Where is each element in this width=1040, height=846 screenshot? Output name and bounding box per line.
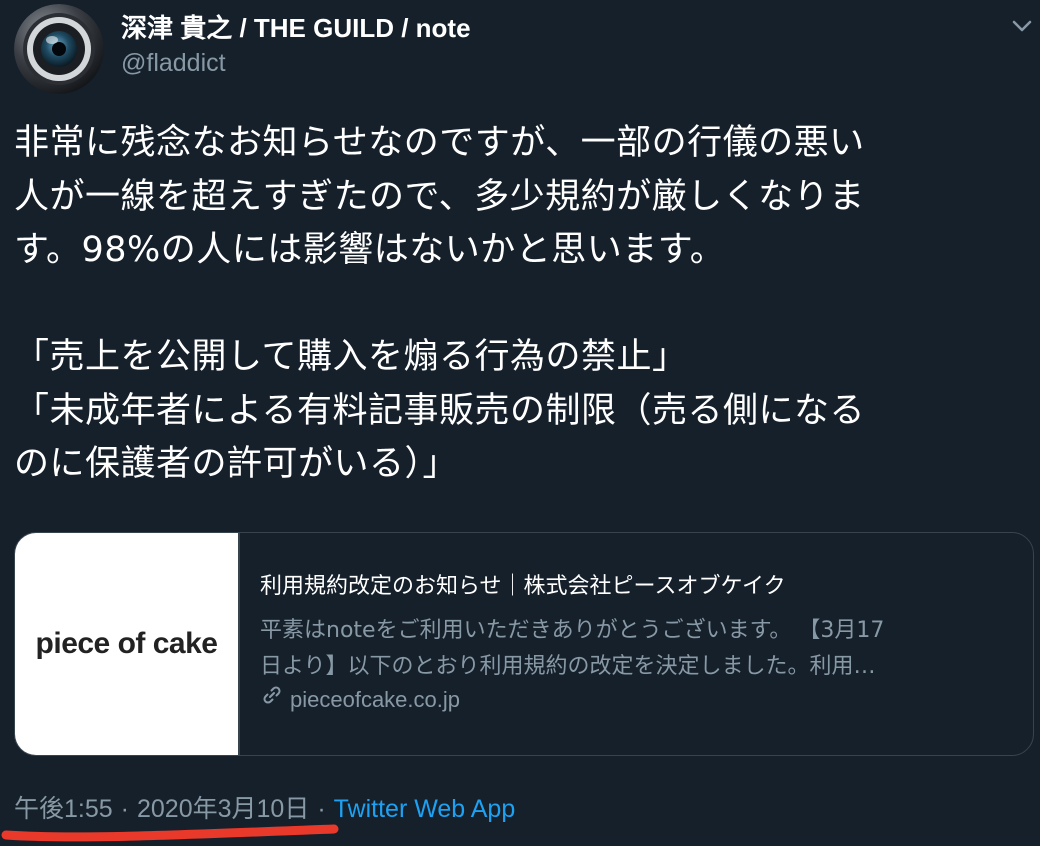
tweet-line: 非常に残念なお知らせなのですが、一部の行儀の悪い [14,123,865,163]
avatar-image [14,4,104,94]
card-description: 平素はnoteをご利用いただきありがとうございます。 【3月17 日より】以下の… [260,613,1018,685]
tweet-line: 人が一線を超えすぎたので、多少規約が厳しくなりま [14,176,865,217]
tweet-text: 非常に残念なお知らせなのですが、一部の行儀の悪い 人が一線を超えすぎたので、多少… [14,117,1036,492]
card-description-line: 平素はnoteをご利用いただきありがとうございます。 【3月17 [260,618,885,643]
tweet-line: 「売上を公開して購入を煽る行為の禁止」 [14,337,688,377]
chevron-down-icon[interactable] [1008,12,1036,40]
link-icon [260,683,284,716]
author-handle[interactable]: @fladdict [121,48,226,78]
tweet-line: 「未成年者による有料記事販売の制限（売る側になる [14,390,865,431]
card-description-line: 日より】以下のとおり利用規約の改定を決定しました。利用… [260,654,876,679]
tweet-line: のに保護者の許可がいる）」 [14,444,459,484]
card-title: 利用規約改定のお知らせ｜株式会社ピースオブケイク [260,574,786,599]
card-image-logo: piece of cake [35,627,218,660]
tweet: 深津 貴之 / THE GUILD / note @fladdict 非常に残念… [0,0,1040,846]
card-domain: pieceofcake.co.jp [260,683,460,716]
annotation-underline [0,816,340,846]
card-divider [238,533,240,755]
card-domain-text: pieceofcake.co.jp [290,686,460,712]
source-app-link[interactable]: Twitter Web App [334,795,516,823]
tweet-line: す。98%の人には影響はないかと思います。 [14,230,726,270]
link-card[interactable]: piece of cake 利用規約改定のお知らせ｜株式会社ピースオブケイク 平… [14,532,1034,756]
author-name[interactable]: 深津 貴之 / THE GUILD / note [121,12,471,44]
card-image: piece of cake [15,533,238,755]
avatar[interactable] [14,4,104,94]
